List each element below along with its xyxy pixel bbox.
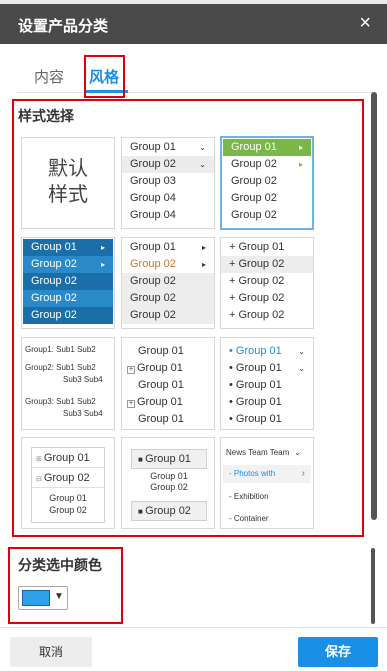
highlight-box-styles xyxy=(12,99,364,537)
close-icon[interactable]: × xyxy=(359,13,371,33)
highlight-box-color xyxy=(8,547,123,624)
tab-content[interactable]: 内容 xyxy=(34,66,64,87)
dialog-header: 设置产品分类 × xyxy=(0,4,387,44)
tab-divider xyxy=(17,92,372,93)
scrollbar[interactable] xyxy=(371,92,377,520)
dialog-title: 设置产品分类 xyxy=(18,18,109,35)
highlight-box-tab xyxy=(84,55,125,98)
save-button[interactable]: 保存 xyxy=(298,637,378,667)
tab-bar: 内容 风格 xyxy=(0,44,387,94)
scrollbar-lower xyxy=(371,548,375,624)
dialog-footer: 取消 保存 xyxy=(0,627,387,671)
cancel-button[interactable]: 取消 xyxy=(10,637,92,667)
